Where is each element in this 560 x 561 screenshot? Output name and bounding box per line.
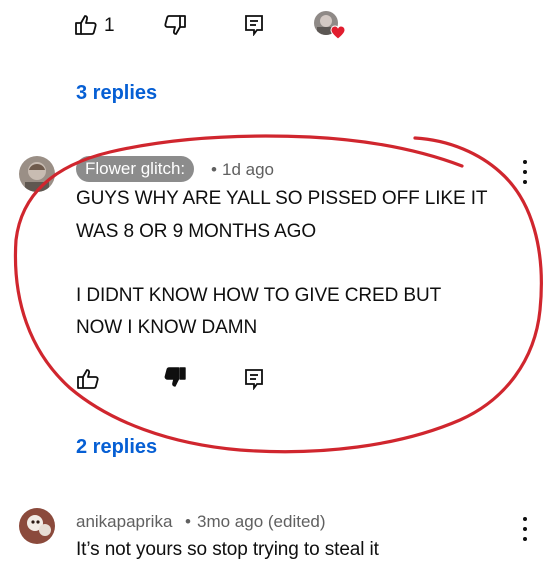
- meta-separator: •: [211, 160, 217, 179]
- like-button[interactable]: [75, 366, 101, 392]
- comment-line-4: NOW I KNOW DAMN: [76, 317, 258, 338]
- reply-icon: [245, 15, 263, 36]
- view-replies-link[interactable]: 3 replies: [76, 82, 157, 105]
- author-name-chip[interactable]: Flower glitch:: [76, 156, 195, 182]
- reply-button[interactable]: [241, 366, 267, 392]
- dislike-button-active[interactable]: [162, 364, 188, 390]
- dislike-button[interactable]: [162, 12, 188, 38]
- view-replies-link[interactable]: 2 replies: [76, 436, 157, 459]
- next-comment-timestamp: 3mo ago (edited): [197, 512, 326, 531]
- thumbs-up-icon: [75, 15, 97, 35]
- comment-line-3: I DIDNT KNOW HOW TO GIVE CRED BUT: [76, 285, 442, 306]
- more-options-button[interactable]: [520, 517, 530, 541]
- reply-icon: [245, 369, 263, 390]
- avatar-image: [19, 508, 55, 544]
- avatar[interactable]: [19, 156, 55, 192]
- comment-timestamp: 1d ago: [222, 160, 274, 179]
- avatar-image: [19, 156, 55, 192]
- more-options-icon: [523, 517, 527, 521]
- avatar[interactable]: [19, 508, 55, 544]
- like-button[interactable]: [73, 12, 99, 38]
- next-comment-text: It’s not yours so stop trying to steal i…: [76, 539, 379, 560]
- like-count: 1: [104, 15, 115, 36]
- creator-heart-badge: [314, 11, 346, 43]
- more-options-button[interactable]: [520, 160, 530, 184]
- thumbs-down-icon: [164, 367, 186, 387]
- meta-separator: •: [185, 512, 191, 531]
- reply-button[interactable]: [241, 12, 267, 38]
- heart-icon: [330, 25, 346, 40]
- next-comment-author[interactable]: anikapaprika: [76, 512, 172, 532]
- comment-line-2: WAS 8 OR 9 MONTHS AGO: [76, 221, 317, 242]
- comment-line-1: GUYS WHY ARE YALL SO PISSED OFF LIKE IT: [76, 188, 488, 209]
- more-options-icon: [523, 160, 527, 164]
- thumbs-up-icon: [77, 369, 99, 389]
- thumbs-down-icon: [164, 15, 186, 35]
